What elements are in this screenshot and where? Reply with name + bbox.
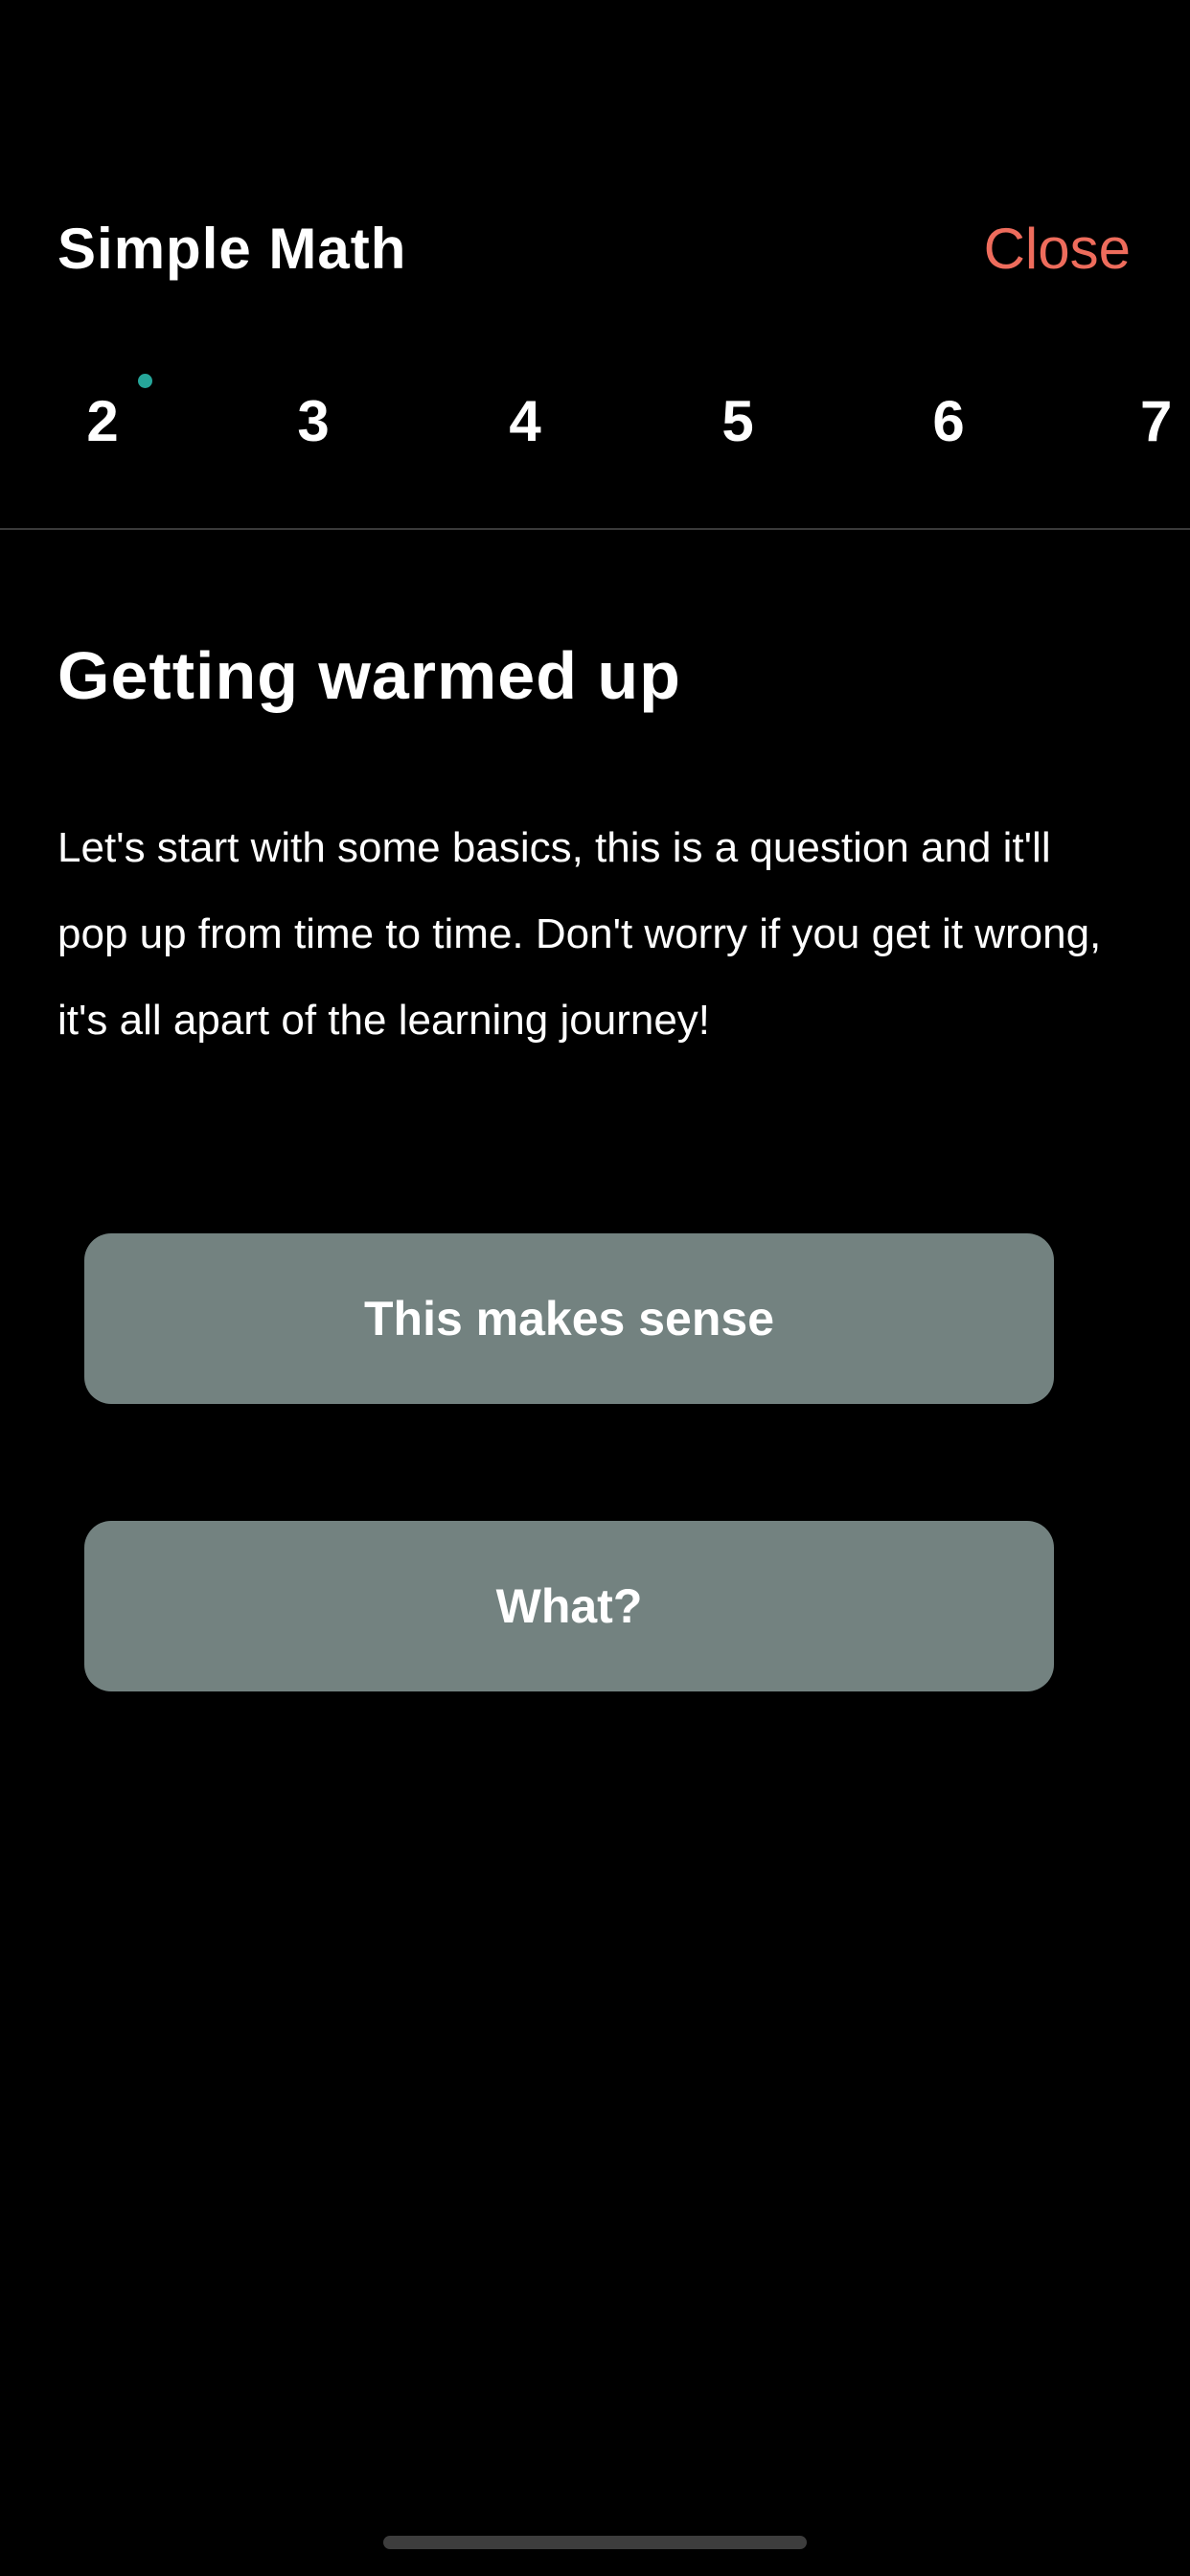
header-divider	[0, 528, 1190, 530]
lesson-title: Getting warmed up	[57, 638, 681, 713]
step-2[interactable]: 2	[55, 374, 150, 470]
step-selector: 2 3 4 5 6 7	[0, 374, 1190, 470]
lesson-body: Let's start with some basics, this is a …	[57, 824, 1102, 1044]
step-number: 7	[1140, 389, 1173, 453]
step-number: 6	[932, 389, 965, 453]
header: Simple Math Close 2 3 4 5 6 7	[0, 0, 1190, 529]
active-step-dot-icon	[138, 374, 152, 388]
step-4[interactable]: 4	[477, 374, 573, 470]
step-7[interactable]: 7	[1111, 374, 1190, 470]
step-number: 5	[721, 389, 754, 453]
app-title: Simple Math	[57, 217, 407, 281]
home-indicator[interactable]	[383, 2536, 807, 2549]
step-5[interactable]: 5	[690, 374, 786, 470]
step-number: 4	[509, 389, 541, 453]
close-button[interactable]: Close	[984, 213, 1131, 286]
step-3[interactable]: 3	[265, 374, 361, 470]
step-6[interactable]: 6	[901, 374, 996, 470]
answer-button-what[interactable]: What?	[84, 1521, 1054, 1691]
answer-button-makes-sense[interactable]: This makes sense	[84, 1233, 1054, 1404]
step-number: 2	[86, 389, 119, 453]
step-number: 3	[297, 389, 330, 453]
